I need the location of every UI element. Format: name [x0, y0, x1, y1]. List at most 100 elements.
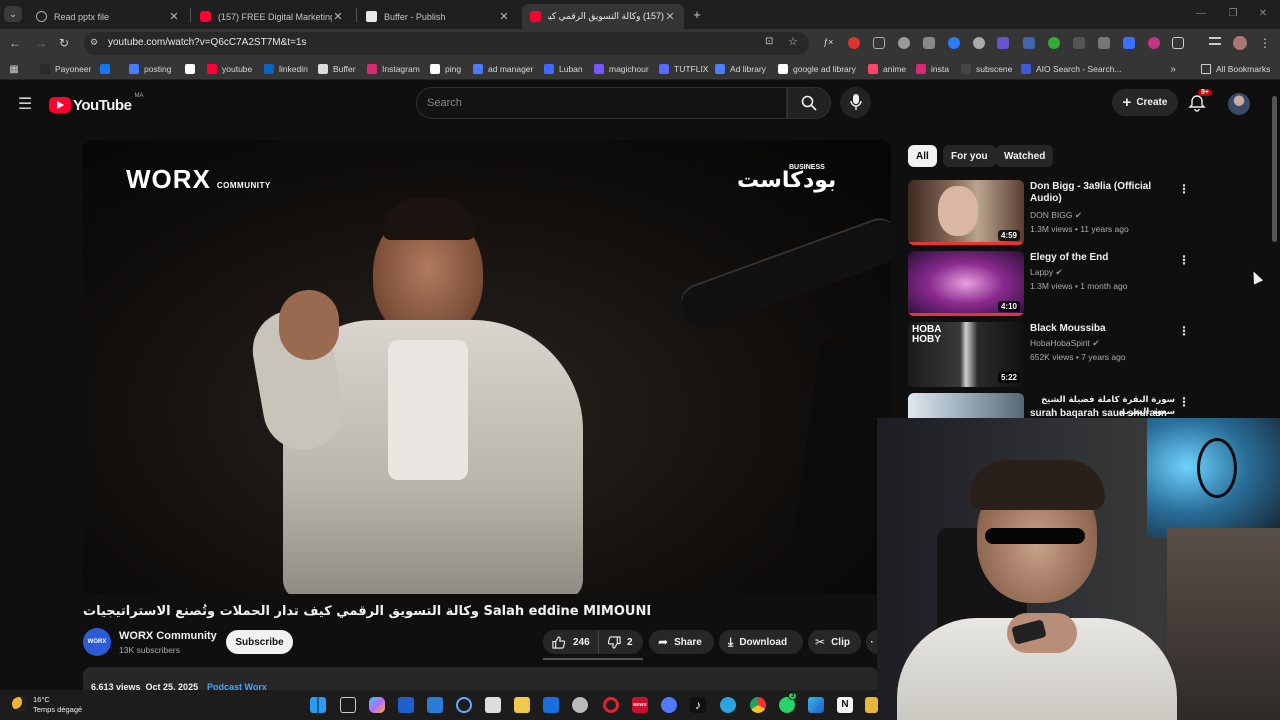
install-app-icon[interactable]: ⊡ — [765, 36, 773, 47]
tab-read-pptx[interactable]: Read pptx file ✕ — [28, 4, 188, 29]
bookmark-item[interactable]: posting — [129, 62, 171, 76]
chip-for-you[interactable]: For you — [943, 145, 996, 167]
chrome-icon[interactable] — [750, 697, 766, 713]
create-button[interactable]: + Create — [1112, 89, 1178, 116]
search-button[interactable] — [787, 87, 831, 119]
notifications-button[interactable]: 9+ — [1188, 89, 1212, 114]
bookmark-item[interactable]: insta — [916, 62, 949, 76]
bookmark-star-icon[interactable]: ☆ — [788, 35, 798, 48]
extension-green-icon[interactable] — [1048, 37, 1060, 49]
photos-icon[interactable] — [808, 697, 824, 713]
bookmark-item[interactable]: TUTFLIX — [659, 62, 708, 76]
video-thumbnail[interactable] — [908, 393, 1024, 419]
voice-search-button[interactable] — [840, 87, 871, 118]
guide-menu-icon[interactable]: ☰ — [16, 95, 34, 113]
app-paw-icon[interactable] — [572, 697, 588, 713]
search-box[interactable]: Search — [416, 87, 787, 119]
more-options-icon[interactable]: ⋮ — [1178, 253, 1190, 267]
maximize-icon[interactable]: ❐ — [1226, 6, 1240, 20]
recommendation-item[interactable]: سورة البقرة كاملة فضيلة الشيخ سعود الشري… — [908, 393, 1208, 419]
bookmark-item[interactable]: ping — [430, 62, 461, 76]
extension-slash-icon[interactable] — [1098, 37, 1110, 49]
chip-watched[interactable]: Watched — [996, 145, 1054, 167]
podcast-link[interactable]: Podcast Worx — [207, 682, 267, 690]
subscribe-button[interactable]: Subscribe — [226, 630, 293, 654]
bookmark-item[interactable]: Buffer — [318, 62, 356, 76]
channel-name[interactable]: WORX Community — [119, 630, 217, 642]
extensions-puzzle-icon[interactable] — [1172, 37, 1184, 49]
chip-all[interactable]: All — [908, 145, 937, 167]
browser-menu-icon[interactable]: ⋮ — [1259, 36, 1271, 50]
extension-red-icon[interactable] — [848, 37, 860, 49]
extension-code-icon[interactable] — [923, 37, 935, 49]
bookmark-item[interactable]: ad manager — [473, 62, 533, 76]
tiktok-icon[interactable]: ♪ — [690, 697, 706, 713]
news-icon[interactable]: NEWS — [632, 697, 648, 713]
bookmark-item[interactable]: linkedin — [264, 62, 308, 76]
bookmark-item[interactable]: subscene — [961, 62, 1012, 76]
extension-fx-icon[interactable]: ƒ× — [823, 37, 835, 49]
recommendation-item[interactable]: HOBA HOBY 5:22 Black Moussiba HobaHobaSpi… — [908, 322, 1208, 388]
account-avatar[interactable] — [1228, 93, 1250, 115]
video-thumbnail[interactable]: 4:59 — [908, 180, 1024, 245]
back-icon[interactable]: ← — [8, 36, 22, 50]
recommendation-item[interactable]: 4:59 Don Bigg - 3a9lia (Official Audio) … — [908, 180, 1208, 246]
apps-grid-icon[interactable]: ▦ — [8, 63, 20, 75]
more-bookmarks-icon[interactable]: » — [1168, 62, 1178, 76]
tab-youtube-free-digital[interactable]: (157) FREE Digital Marketing Co ✕ — [192, 4, 352, 29]
close-tab-icon[interactable]: ✕ — [498, 10, 510, 23]
globe-icon[interactable] — [661, 697, 677, 713]
close-tab-icon[interactable]: ✕ — [332, 10, 344, 23]
bookmark-item[interactable]: google ad library — [778, 62, 856, 76]
weather-widget[interactable]: 16°C Temps dégagé — [10, 694, 110, 716]
reload-icon[interactable]: ↻ — [57, 36, 71, 50]
youtube-logo[interactable]: YouTube MA — [49, 93, 143, 116]
bookmark-item[interactable]: Instagram — [367, 62, 420, 76]
video-thumbnail[interactable]: HOBA HOBY 5:22 — [908, 322, 1024, 387]
all-bookmarks-folder[interactable]: All Bookmarks — [1201, 62, 1270, 76]
folder-taskbar-icon[interactable] — [865, 697, 878, 713]
app-l-icon[interactable] — [398, 697, 414, 713]
app-bracket-icon[interactable] — [456, 697, 472, 713]
bookmark-item[interactable] — [100, 62, 115, 76]
extension-grid-icon[interactable] — [873, 37, 885, 49]
extension-u-icon[interactable] — [1148, 37, 1160, 49]
bookmark-item[interactable]: Ad library — [715, 62, 766, 76]
more-options-icon[interactable]: ⋮ — [1178, 182, 1190, 196]
extension-puzzle-blue-icon[interactable] — [1123, 37, 1135, 49]
page-scrollbar[interactable] — [1272, 96, 1277, 242]
extension-gray-icon[interactable] — [1073, 37, 1085, 49]
new-tab-button[interactable]: + — [689, 6, 705, 22]
telegram-icon[interactable] — [720, 697, 736, 713]
video-thumbnail[interactable]: 4:10 — [908, 251, 1024, 316]
extension-badge-icon[interactable] — [1023, 37, 1035, 49]
opera-icon[interactable] — [603, 697, 619, 713]
reading-list-icon[interactable] — [1209, 37, 1221, 45]
mail-icon[interactable] — [543, 697, 559, 713]
close-window-icon[interactable]: ✕ — [1256, 6, 1270, 20]
recommendation-item[interactable]: 4:10 Elegy of the End Lappy ✔ 1.3M views… — [908, 251, 1208, 317]
like-button[interactable]: 246 — [543, 630, 599, 654]
extension-circle-icon[interactable] — [973, 37, 985, 49]
extension-camera-icon[interactable] — [898, 37, 910, 49]
bookmark-item[interactable]: Payoneer — [40, 62, 91, 76]
copilot-icon[interactable] — [369, 697, 385, 713]
clip-button[interactable]: ✂ Clip — [808, 630, 861, 654]
address-bar[interactable]: ⚙ youtube.com/watch?v=Q6cC7A2ST7M&t=1s ⊡… — [84, 32, 809, 55]
tab-search-button[interactable]: ⌄ — [4, 6, 22, 22]
bookmark-item[interactable]: AIO Search - Search... — [1021, 62, 1122, 76]
bookmark-item[interactable] — [185, 62, 200, 76]
bookmark-item[interactable]: magichour — [594, 62, 649, 76]
dislike-button[interactable]: 2 — [600, 630, 643, 654]
app-blue-icon[interactable] — [427, 697, 443, 713]
channel-avatar[interactable]: WORX — [83, 628, 111, 656]
bookmark-item[interactable]: anime — [868, 62, 906, 76]
windows-start-icon[interactable] — [310, 697, 326, 713]
extension-purple-icon[interactable] — [997, 37, 1009, 49]
close-tab-icon[interactable]: ✕ — [168, 10, 180, 23]
forward-icon[interactable]: → — [34, 36, 48, 50]
app-window-icon[interactable] — [485, 697, 501, 713]
extension-blue-icon[interactable] — [948, 37, 960, 49]
whatsapp-icon[interactable]: 3 — [779, 692, 798, 713]
site-info-icon[interactable]: ⚙ — [90, 37, 98, 48]
